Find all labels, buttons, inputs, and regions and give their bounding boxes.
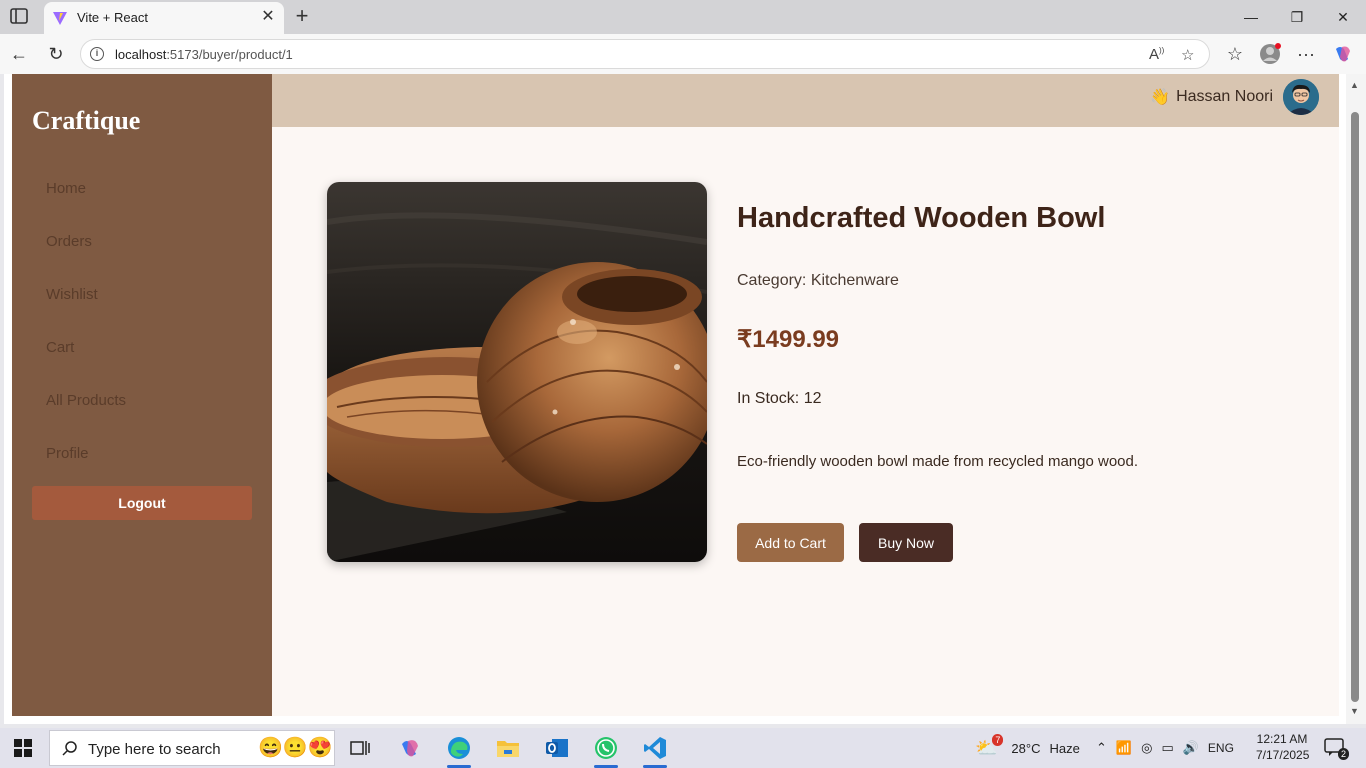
taskbar: Type here to search 😄😐😍 ⛅ 7 28°C Haze ⌃ 📶…: [0, 728, 1366, 768]
top-header: 👋 Hassan Noori: [272, 74, 1339, 127]
product-image: [327, 182, 707, 562]
notification-count: 2: [1337, 748, 1349, 760]
new-tab-icon[interactable]: +: [290, 4, 314, 28]
brand-logo[interactable]: Craftique: [32, 106, 140, 136]
product-stock: In Stock: 12: [737, 390, 822, 407]
buy-now-button[interactable]: Buy Now: [859, 523, 953, 562]
restore-icon[interactable]: ❐: [1274, 0, 1320, 34]
product-title: Handcrafted Wooden Bowl: [737, 202, 1106, 234]
clock-date: 7/17/2025: [1256, 748, 1310, 762]
search-icon: [62, 741, 77, 756]
product-detail: Handcrafted Wooden Bowl Category: Kitche…: [272, 127, 1339, 716]
minimize-icon[interactable]: —: [1228, 0, 1274, 34]
network-icon[interactable]: 📶: [1116, 740, 1132, 756]
language-indicator[interactable]: ENG: [1208, 741, 1234, 755]
weather-badge: 7: [992, 733, 1004, 746]
wave-icon: 👋: [1150, 89, 1171, 106]
nav-item-orders[interactable]: Orders: [46, 233, 92, 250]
product-price: ₹1499.99: [737, 326, 840, 353]
logout-button[interactable]: Logout: [32, 486, 252, 520]
scroll-up-icon[interactable]: ▲: [1350, 80, 1359, 90]
read-aloud-icon[interactable]: A)): [1149, 46, 1164, 63]
windows-start-icon[interactable]: [14, 739, 32, 757]
nav-item-wishlist[interactable]: Wishlist: [46, 286, 98, 303]
tab-close-icon[interactable]: ✕: [260, 8, 276, 26]
url-input[interactable]: i localhost:5173/buyer/product/1 A)) ☆: [80, 39, 1210, 69]
product-category: Category: Kitchenware: [737, 272, 899, 289]
clock[interactable]: 12:21 AM 7/17/2025: [1256, 731, 1310, 763]
browser-tab[interactable]: Vite + React ✕: [44, 2, 284, 34]
weather-icon: ⛅ 7: [975, 733, 1004, 759]
system-tray: ⌃ 📶 ◎ ▭ 🔊 ENG: [1096, 728, 1234, 768]
nav-item-profile[interactable]: Profile: [46, 445, 89, 462]
chevron-up-icon[interactable]: ⌃: [1096, 740, 1107, 756]
vscode-icon[interactable]: [635, 732, 675, 768]
address-bar: ← ↻ i localhost:5173/buyer/product/1 A))…: [0, 34, 1366, 74]
url-text: localhost:5173/buyer/product/1: [115, 47, 293, 62]
whatsapp-icon[interactable]: [586, 732, 626, 768]
volume-icon[interactable]: 🔊: [1183, 740, 1199, 756]
weather-temp: 28°C: [1011, 740, 1041, 756]
notification-icon[interactable]: 2: [1324, 738, 1349, 760]
weather-widget[interactable]: ⛅ 7 28°C Haze: [975, 728, 1080, 768]
copilot-taskbar-icon[interactable]: [390, 732, 430, 764]
nav-item-all-products[interactable]: All Products: [46, 392, 126, 409]
edge-icon[interactable]: [439, 732, 479, 768]
window-close-icon[interactable]: ✕: [1320, 0, 1366, 34]
meet-now-icon[interactable]: ◎: [1141, 740, 1152, 756]
nav-item-home[interactable]: Home: [46, 180, 86, 197]
nav-item-cart[interactable]: Cart: [46, 339, 74, 356]
file-explorer-icon[interactable]: [488, 732, 528, 764]
site-info-icon[interactable]: i: [90, 47, 104, 61]
sidebar: Craftique Home Orders Wishlist Cart All …: [12, 74, 272, 716]
tab-actions-icon[interactable]: [10, 8, 28, 24]
battery-icon[interactable]: ▭: [1161, 740, 1173, 756]
search-placeholder: Type here to search: [88, 741, 221, 758]
back-icon[interactable]: ←: [8, 43, 30, 65]
scroll-down-icon[interactable]: ▼: [1350, 706, 1359, 716]
weather-desc: Haze: [1049, 740, 1080, 756]
vite-favicon-icon: [53, 12, 67, 25]
copilot-icon[interactable]: [1332, 43, 1354, 65]
product-description: Eco-friendly wooden bowl made from recyc…: [737, 453, 1139, 470]
profile-icon[interactable]: [1259, 43, 1281, 65]
add-to-cart-button[interactable]: Add to Cart: [737, 523, 844, 562]
refresh-icon[interactable]: ↻: [45, 43, 67, 65]
avatar[interactable]: [1283, 79, 1319, 115]
favorite-star-icon[interactable]: ☆: [1181, 46, 1194, 64]
clock-time: 12:21 AM: [1256, 732, 1308, 746]
user-greeting: 👋 Hassan Noori: [1150, 87, 1273, 107]
tab-title: Vite + React: [77, 10, 148, 25]
page-viewport: Craftique Home Orders Wishlist Cart All …: [4, 74, 1366, 724]
outlook-icon[interactable]: [537, 732, 577, 764]
page-scrollbar[interactable]: ▲ ▼: [1346, 74, 1366, 724]
url-path: :5173/buyer/product/1: [166, 47, 293, 62]
taskbar-search-input[interactable]: Type here to search 😄😐😍: [49, 730, 335, 766]
search-emoji-icon: 😄😐😍: [258, 737, 333, 759]
task-view-icon[interactable]: [340, 732, 380, 764]
favorites-icon[interactable]: ☆: [1224, 43, 1246, 65]
user-name: Hassan Noori: [1176, 88, 1273, 105]
scrollbar-thumb[interactable]: [1351, 112, 1359, 702]
more-options-icon[interactable]: ···: [1295, 43, 1317, 65]
url-host: localhost: [115, 47, 167, 62]
browser-tab-bar: Vite + React ✕ + — ❐ ✕: [0, 0, 1366, 34]
